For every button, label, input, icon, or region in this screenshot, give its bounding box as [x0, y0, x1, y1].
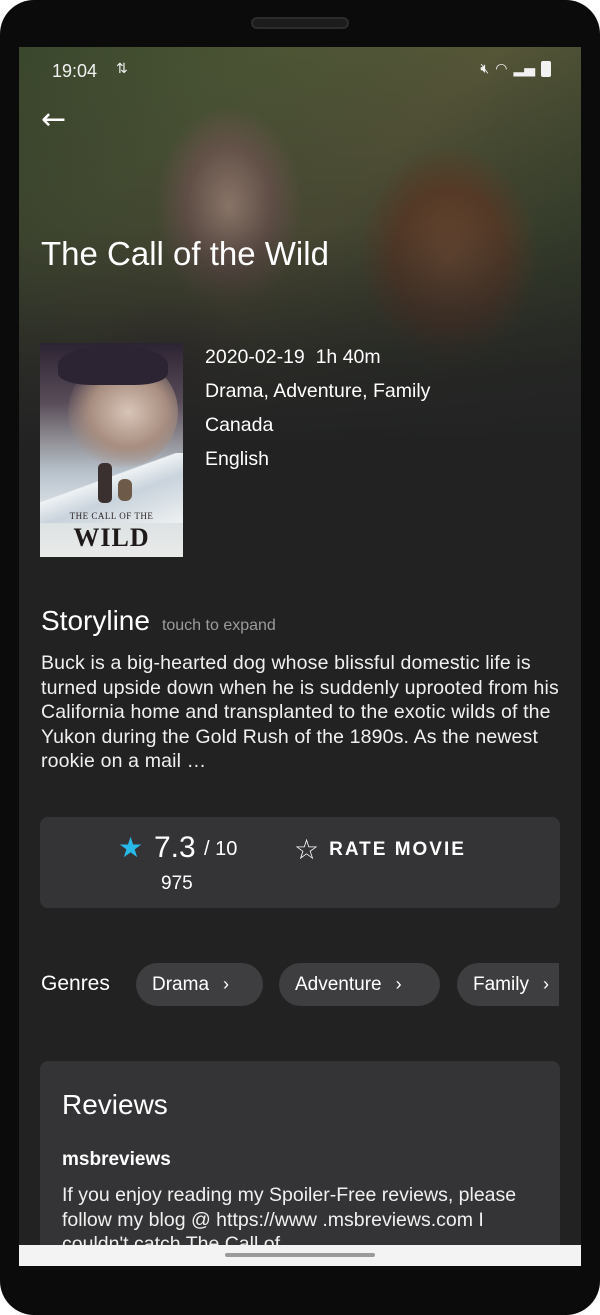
storyline-hint: touch to expand [161, 617, 276, 634]
back-button[interactable]: ← [41, 105, 75, 139]
poster-figure [98, 463, 112, 503]
poster-dog [118, 479, 132, 501]
genre-chip-label: Family [473, 973, 529, 995]
status-time: 19:04 [52, 61, 98, 81]
chevron-right-icon: › [223, 974, 230, 994]
rating-scale: / 10 [204, 838, 238, 860]
vote-count: 975 [161, 873, 193, 894]
release-runtime: 2020-02-19 1h 40m [205, 346, 381, 368]
genre-chip-label: Adventure [295, 973, 382, 995]
status-bar: 19:04 ⇅ 🔇︎ ◠ ▂▄ [19, 47, 581, 95]
chevron-right-icon: › [542, 974, 549, 994]
genre-chip-adventure[interactable]: Adventure › [279, 963, 440, 1006]
rating-value: 7.3 [154, 831, 196, 864]
storyline-text[interactable]: Buck is a big-hearted dog whose blissful… [41, 651, 561, 774]
star-outline-icon: ☆ [294, 833, 320, 866]
genres-label: Genres [41, 972, 110, 995]
genre-chip-family[interactable]: Family › [457, 963, 559, 1006]
status-icons: 🔇︎ ◠ ▂▄ [480, 61, 551, 77]
storyline-title: Storyline [41, 605, 150, 636]
language: English [205, 448, 269, 470]
movie-poster[interactable]: THE CALL OF THE WILD [40, 343, 183, 557]
chevron-right-icon: › [395, 974, 402, 994]
home-gesture-handle[interactable] [225, 1253, 375, 1257]
earpiece-speaker [251, 17, 349, 29]
reviews-title: Reviews [62, 1089, 168, 1120]
data-sync-icon: ⇅ [116, 61, 128, 77]
signal-icon: ▂▄ [513, 61, 535, 77]
movie-title: The Call of the Wild [41, 235, 329, 272]
phone-frame: 19:04 ⇅ 🔇︎ ◠ ▂▄ ← The Call of the Wild T… [0, 0, 600, 1315]
rate-movie-button[interactable]: ☆ RATE MOVIE [294, 833, 466, 866]
genres-line: Drama, Adventure, Family [205, 380, 431, 402]
movie-meta: 2020-02-19 1h 40m Drama, Adventure, Fami… [205, 345, 430, 481]
reviews-card: Reviews msbreviews If you enjoy reading … [40, 1061, 560, 1266]
arrow-left-icon: ← [41, 102, 67, 137]
genres-row: Genres Drama › Adventure › Family › [41, 963, 559, 1007]
wifi-icon: ◠ [495, 61, 508, 77]
storyline-header[interactable]: Storyline touch to expand [41, 605, 276, 637]
rating-card: ★ 7.3 / 10 975 ☆ RATE MOVIE [40, 817, 560, 908]
battery-icon [541, 61, 551, 77]
rate-movie-label: RATE MOVIE [329, 838, 466, 860]
genre-chip-label: Drama [152, 973, 210, 995]
poster-title-big: WILD [73, 523, 150, 552]
gesture-nav-bar [19, 1245, 581, 1266]
country: Canada [205, 414, 274, 436]
poster-title-small: THE CALL OF THE [69, 511, 154, 521]
poster-hat [58, 345, 168, 385]
mute-icon: 🔇︎ [480, 61, 490, 77]
app-screen: 19:04 ⇅ 🔇︎ ◠ ▂▄ ← The Call of the Wild T… [19, 47, 581, 1266]
review-author: msbreviews [62, 1149, 171, 1170]
star-filled-icon: ★ [118, 831, 144, 864]
genre-chip-drama[interactable]: Drama › [136, 963, 263, 1006]
